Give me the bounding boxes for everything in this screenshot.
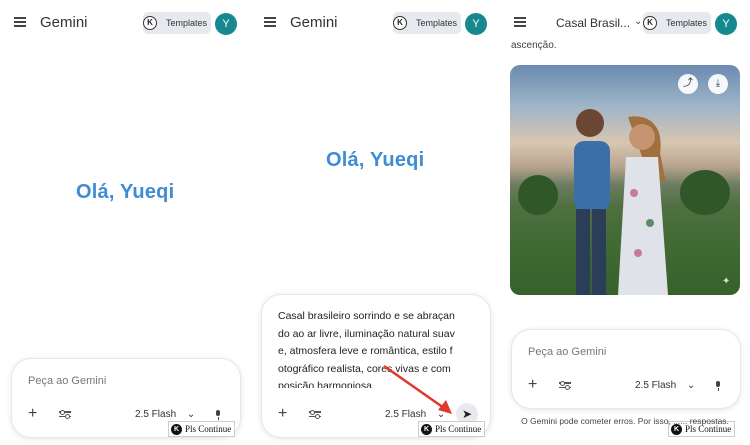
tools-icon[interactable] (59, 409, 71, 421)
prompt-line: Casal brasileiro sorrindo e se abraçan (278, 310, 455, 322)
add-icon[interactable]: + (28, 405, 37, 423)
menu-icon[interactable] (264, 17, 276, 27)
pls-continue-badge[interactable]: K Pls Continue (418, 421, 486, 437)
top-bar: Gemini K Templates Y (0, 0, 250, 48)
k-extension-icon[interactable]: K (643, 16, 657, 30)
greeting: Olá, Yueqi (76, 181, 175, 203)
chevron-down-icon[interactable]: ⌄ (634, 16, 642, 27)
chevron-down-icon: ⌄ (186, 409, 196, 420)
pls-continue-label: Pls Continue (435, 424, 482, 434)
prompt-line: do ao ar livre, iluminação natural suav (278, 327, 455, 340)
avatar[interactable]: Y (465, 13, 487, 35)
share-icon[interactable]: ⤴ (678, 74, 698, 94)
templates-label: Templates (416, 18, 458, 28)
composer: Peça ao Gemini + 2.5 Flash ⌄ (511, 329, 741, 409)
panel-home: Gemini K Templates Y Olá, Yueqi Peça ao … (0, 0, 250, 445)
avatar[interactable]: Y (215, 13, 237, 35)
prompt-input[interactable]: Peça ao Gemini (28, 375, 106, 387)
top-bar: Gemini K Templates Y (250, 0, 500, 48)
sparkle-icon: ✦ (722, 276, 731, 287)
model-selector[interactable]: 2.5 Flash ⌄ (135, 409, 195, 420)
panel-typing: Gemini K Templates Y Olá, Yueqi Casal br… (250, 0, 500, 445)
pls-continue-badge[interactable]: K Pls Continue (168, 421, 236, 437)
chat-title[interactable]: Casal Brasil... (556, 16, 630, 30)
tools-icon[interactable] (309, 409, 321, 421)
generated-image[interactable] (510, 65, 740, 295)
photo-tree (518, 175, 558, 215)
k-extension-icon[interactable]: K (143, 16, 157, 30)
prompt-input[interactable]: Peça ao Gemini (528, 346, 606, 358)
model-label: 2.5 Flash (135, 409, 177, 420)
disclaimer: O Gemini pode cometer erros. Por isso, .… (521, 416, 729, 426)
greeting: Olá, Yueqi (326, 149, 425, 171)
templates-label: Templates (166, 18, 208, 28)
annotation-arrow (383, 364, 452, 414)
response-text: ascenção. (511, 40, 557, 51)
photo-woman (618, 116, 668, 295)
k-extension-icon[interactable]: K (393, 16, 407, 30)
model-selector[interactable]: 2.5 Flash ⌄ (635, 380, 695, 391)
k-logo-icon: K (421, 423, 432, 435)
templates-label: Templates (666, 18, 708, 28)
k-logo-icon: K (171, 423, 182, 435)
photo-tree (680, 170, 730, 215)
microphone-icon[interactable] (715, 381, 721, 391)
chevron-down-icon: ⌄ (686, 380, 696, 391)
menu-icon[interactable] (14, 17, 26, 27)
app-title: Gemini (290, 14, 338, 31)
panel-result: Casal Brasil... ⌄ K Templates Y ascenção… (500, 0, 750, 445)
app-title: Gemini (40, 14, 88, 31)
prompt-line: e, atmosfera leve e romântica, estilo f (278, 345, 453, 357)
add-icon[interactable]: + (528, 376, 537, 394)
add-icon[interactable]: + (278, 405, 287, 423)
menu-icon[interactable] (514, 17, 526, 27)
tools-icon[interactable] (559, 380, 571, 392)
pls-continue-label: Pls Continue (185, 424, 232, 434)
model-label: 2.5 Flash (635, 380, 677, 391)
download-icon[interactable]: ⤓ (708, 74, 728, 94)
avatar[interactable]: Y (715, 13, 737, 35)
microphone-icon[interactable] (215, 410, 221, 420)
